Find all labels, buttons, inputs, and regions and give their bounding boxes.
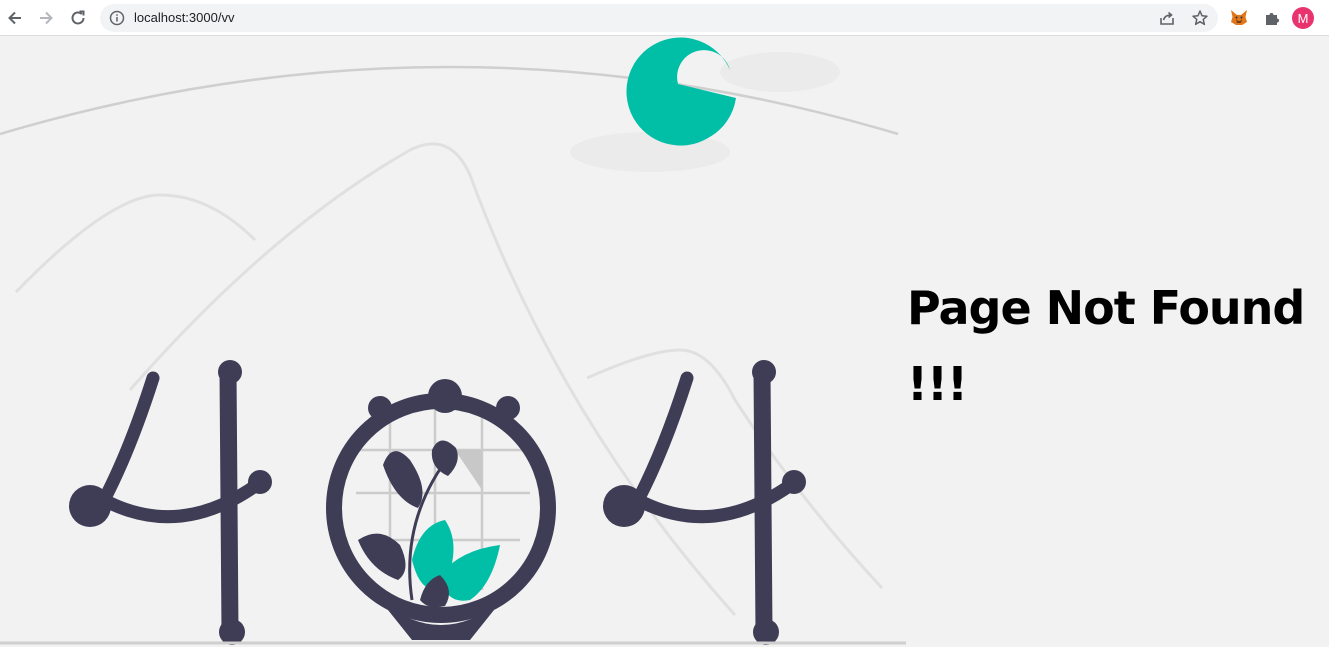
mountain-right [586,348,884,590]
puzzle-icon [1266,13,1279,25]
exclamation-text: !!! [907,357,968,411]
mountain-left [14,193,257,294]
page-heading: Page Not Found [907,281,1305,335]
info-icon[interactable] [109,10,125,26]
digit-four-right [603,360,806,645]
forward-button[interactable] [34,6,58,30]
metamask-extension-button[interactable] [1228,7,1250,29]
reload-button[interactable] [66,6,90,30]
reload-icon [71,10,85,25]
browser-toolbar: localhost:3000/vv M [0,0,1329,36]
digit-four-left [69,360,272,645]
back-button[interactable] [3,6,27,30]
404-illustration [0,37,906,645]
share-icon[interactable] [1158,9,1176,27]
address-bar[interactable]: localhost:3000/vv [100,4,1218,32]
extensions-button[interactable] [1261,7,1283,29]
profile-avatar[interactable]: M [1292,7,1314,29]
cloud [720,52,840,92]
url-text[interactable]: localhost:3000/vv [134,10,234,26]
digit-zero-window [326,379,556,640]
fox-icon [1231,10,1247,25]
arrow-left-icon [8,11,21,25]
profile-initial: M [1297,10,1309,26]
arrow-right-icon [40,11,53,25]
not-found-message: Page Not Found !!! [907,270,1327,422]
star-icon[interactable] [1191,9,1209,27]
